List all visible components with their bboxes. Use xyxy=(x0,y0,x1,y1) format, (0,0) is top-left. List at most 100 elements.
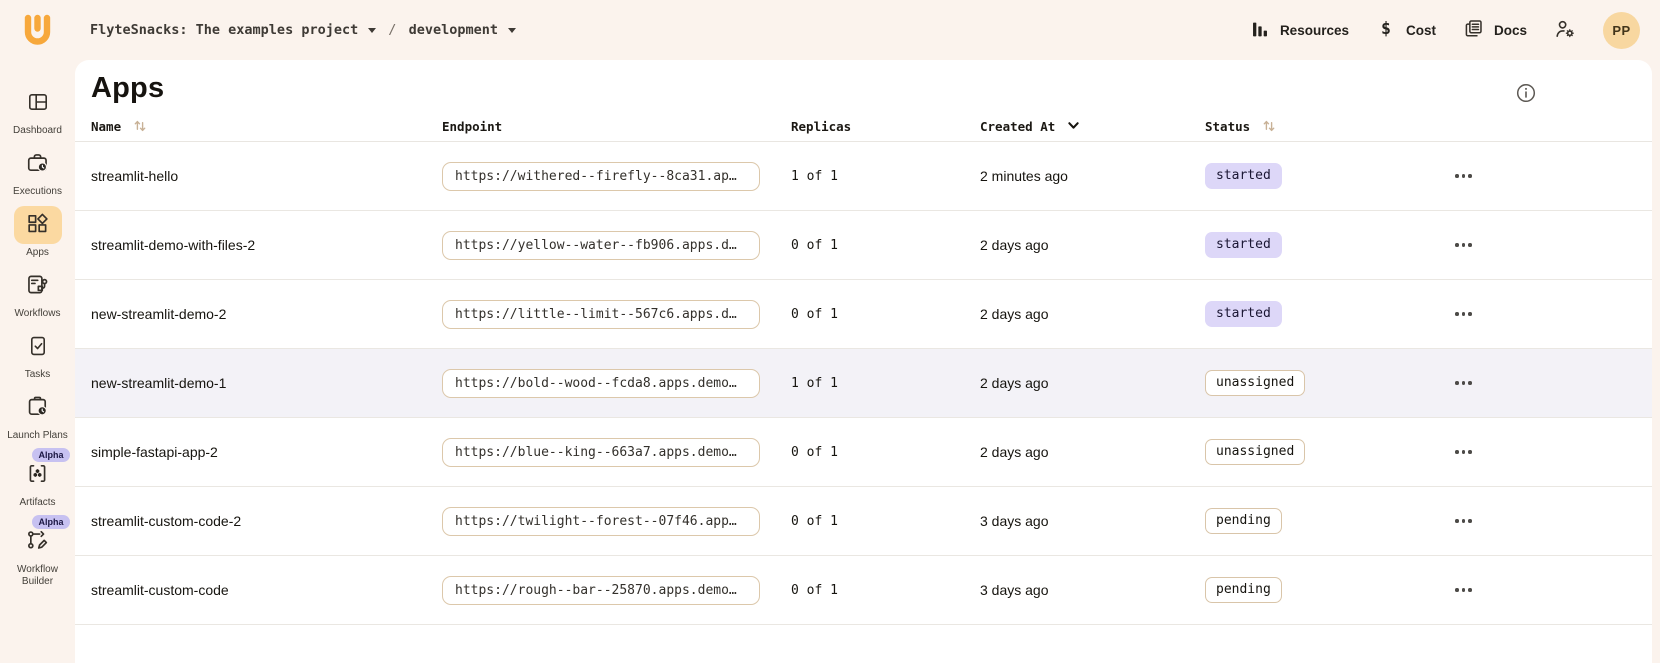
sidebar-item-workflows[interactable]: Workflows xyxy=(5,267,71,320)
sidebar-item-tasks[interactable]: Tasks xyxy=(5,328,71,381)
column-label: Status xyxy=(1205,119,1250,134)
topbar-action-label: Cost xyxy=(1406,23,1436,38)
sidebar-item-icon-box: Alpha xyxy=(14,523,62,561)
endpoint-url: https://blue--king--663a7.apps.demo… xyxy=(455,445,737,460)
created-at-value: 2 minutes ago xyxy=(980,168,1205,184)
topbar-action-cost[interactable]: $ Cost xyxy=(1375,18,1436,43)
column-header-status[interactable]: Status xyxy=(1205,118,1447,136)
created-at-value: 2 days ago xyxy=(980,237,1205,253)
status-badge: pending xyxy=(1205,508,1282,534)
sidebar-item-label: Apps xyxy=(5,247,71,259)
domain-selector[interactable]: development xyxy=(409,22,516,38)
topbar-action-label: Docs xyxy=(1494,23,1527,38)
sidebar-item-executions[interactable]: Executions xyxy=(5,145,71,198)
endpoint-link[interactable]: https://yellow--water--fb906.apps.d… xyxy=(442,231,760,260)
table-row[interactable]: new-streamlit-demo-2 https://little--lim… xyxy=(75,280,1652,349)
chevron-down-icon xyxy=(1067,119,1080,135)
sidebar-item-icon-box xyxy=(14,206,62,244)
column-label: Replicas xyxy=(791,119,851,134)
row-actions-button[interactable] xyxy=(1449,373,1478,393)
column-label: Created At xyxy=(980,119,1055,134)
endpoint-link[interactable]: https://rough--bar--25870.apps.demo… xyxy=(442,576,760,605)
sidebar-item-apps[interactable]: Apps xyxy=(5,206,71,259)
status-badge: unassigned xyxy=(1205,370,1305,396)
avatar[interactable]: PP xyxy=(1603,12,1640,49)
app-window: FlyteSnacks: The examples project / deve… xyxy=(0,0,1660,663)
created-at-value: 3 days ago xyxy=(980,513,1205,529)
sidebar-item-label: Executions xyxy=(5,186,71,198)
endpoint-link[interactable]: https://little--limit--567c6.apps.d… xyxy=(442,300,760,329)
domain-selector-label: development xyxy=(409,22,498,38)
dollar-icon: $ xyxy=(1375,18,1397,43)
endpoint-link[interactable]: https://blue--king--663a7.apps.demo… xyxy=(442,438,760,467)
table-row[interactable]: simple-fastapi-app-2 https://blue--king-… xyxy=(75,418,1652,487)
table-row[interactable]: streamlit-demo-with-files-2 https://yell… xyxy=(75,211,1652,280)
sidebar-item-label: Tasks xyxy=(5,369,71,381)
project-selector-label: FlyteSnacks: The examples project xyxy=(90,22,358,38)
status-badge: started xyxy=(1205,232,1282,258)
union-logo-icon xyxy=(20,13,54,47)
table-row[interactable]: new-streamlit-demo-1 https://bold--wood-… xyxy=(75,349,1652,418)
sidebar-item-label: Workflow Builder xyxy=(5,564,71,588)
caret-down-icon xyxy=(368,28,376,33)
replicas-value: 0 of 1 xyxy=(791,445,980,460)
column-label: Endpoint xyxy=(442,119,502,134)
replicas-value: 0 of 1 xyxy=(791,238,980,253)
row-actions-button[interactable] xyxy=(1449,166,1478,186)
table-row[interactable]: streamlit-hello https://withered--firefl… xyxy=(75,142,1652,211)
column-label: Name xyxy=(91,119,121,134)
topbar-action-docs[interactable]: Docs xyxy=(1462,17,1527,43)
replicas-value: 0 of 1 xyxy=(791,583,980,598)
endpoint-link[interactable]: https://withered--firefly--8ca31.ap… xyxy=(442,162,760,191)
table-body: streamlit-hello https://withered--firefl… xyxy=(75,142,1652,625)
sidebar-item-icon-box xyxy=(14,267,62,305)
sidebar-item-icon-box xyxy=(14,328,62,366)
sidebar-item-dashboard[interactable]: Dashboard xyxy=(5,84,71,137)
app-name: streamlit-custom-code-2 xyxy=(91,513,442,529)
app-name: new-streamlit-demo-1 xyxy=(91,375,442,391)
topbar-action-resources[interactable]: Resources xyxy=(1249,18,1349,43)
bar-chart-icon xyxy=(1249,18,1271,43)
sidebar-item-icon-box xyxy=(14,84,62,122)
table-row[interactable]: streamlit-custom-code-2 https://twilight… xyxy=(75,487,1652,556)
info-button[interactable] xyxy=(1516,83,1536,106)
row-actions-button[interactable] xyxy=(1449,235,1478,255)
table-header: Name Endpoint Replicas Created At Status xyxy=(75,112,1652,142)
topbar-action-label: Resources xyxy=(1280,23,1349,38)
sidebar-item-label: Dashboard xyxy=(5,125,71,137)
endpoint-url: https://rough--bar--25870.apps.demo… xyxy=(455,583,737,598)
page-title: Apps xyxy=(91,71,164,105)
row-actions-button[interactable] xyxy=(1449,511,1478,531)
sidebar-item-workflow-builder[interactable]: Alpha Workflow Builder xyxy=(5,523,71,588)
caret-down-icon xyxy=(508,28,516,33)
column-header-created-at[interactable]: Created At xyxy=(980,119,1205,135)
dashboard-icon xyxy=(26,90,50,117)
column-header-name[interactable]: Name xyxy=(91,118,442,136)
table-row[interactable]: streamlit-custom-code https://rough--bar… xyxy=(75,556,1652,625)
endpoint-link[interactable]: https://twilight--forest--07f46.app… xyxy=(442,507,760,536)
row-actions-button[interactable] xyxy=(1449,304,1478,324)
sidebar-item-launch-plans[interactable]: Launch Plans xyxy=(5,389,71,442)
sort-arrows-icon xyxy=(133,118,147,136)
union-logo[interactable] xyxy=(20,13,54,47)
sidebar-item-artifacts[interactable]: Alpha Artifacts xyxy=(5,456,71,509)
launch-plans-icon xyxy=(25,394,50,422)
breadcrumb-separator: / xyxy=(388,22,396,38)
sidebar-item-icon-box xyxy=(14,389,62,427)
status-badge: pending xyxy=(1205,577,1282,603)
row-actions-button[interactable] xyxy=(1449,580,1478,600)
status-badge: unassigned xyxy=(1205,439,1305,465)
apps-icon xyxy=(25,211,50,239)
app-name: streamlit-demo-with-files-2 xyxy=(91,237,442,253)
executions-icon xyxy=(25,150,50,178)
sidebar-item-icon-box xyxy=(14,145,62,183)
apps-panel: Apps Name Endpoint Replicas Created At S… xyxy=(75,60,1652,663)
endpoint-link[interactable]: https://bold--wood--fcda8.apps.demo… xyxy=(442,369,760,398)
project-selector[interactable]: FlyteSnacks: The examples project xyxy=(90,22,376,38)
endpoint-url: https://little--limit--567c6.apps.d… xyxy=(455,307,737,322)
row-actions-button[interactable] xyxy=(1449,442,1478,462)
sort-arrows-icon xyxy=(1262,118,1276,136)
sidebar-item-icon-box: Alpha xyxy=(14,456,62,494)
admin-settings-button[interactable] xyxy=(1553,17,1577,44)
app-name: new-streamlit-demo-2 xyxy=(91,306,442,322)
